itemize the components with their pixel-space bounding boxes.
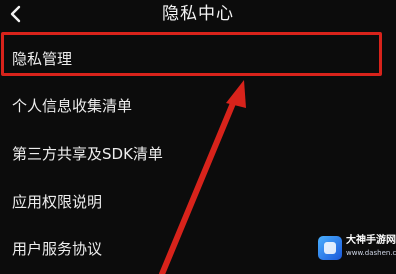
- privacy-center-screen: 隐私中心 隐私管理 个人信息收集清单 第三方共享及SDK清单 应用权限说明 用户…: [0, 0, 396, 274]
- menu-item-label: 第三方共享及SDK清单: [12, 145, 163, 163]
- watermark-subtitle: www.dashen.com: [346, 249, 396, 257]
- menu-item-label: 个人信息收集清单: [12, 97, 133, 115]
- menu-item-label: 隐私管理: [12, 50, 73, 68]
- menu-item-personal-info-list[interactable]: 个人信息收集清单: [0, 83, 396, 129]
- watermark-logo-icon: [318, 236, 342, 260]
- nav-bar: 隐私中心: [0, 0, 396, 28]
- page-title: 隐私中心: [162, 4, 234, 24]
- menu-item-app-permissions[interactable]: 应用权限说明: [0, 179, 396, 225]
- menu-item-label: 应用权限说明: [12, 193, 103, 211]
- watermark-title: 大神手游网: [346, 235, 396, 246]
- watermark-logo: 大神手游网 www.dashen.com: [314, 232, 396, 274]
- menu-item-third-party-sdk-list[interactable]: 第三方共享及SDK清单: [0, 131, 396, 177]
- menu-item-privacy-management[interactable]: 隐私管理: [0, 36, 396, 82]
- menu-item-label: 用户服务协议: [12, 240, 103, 258]
